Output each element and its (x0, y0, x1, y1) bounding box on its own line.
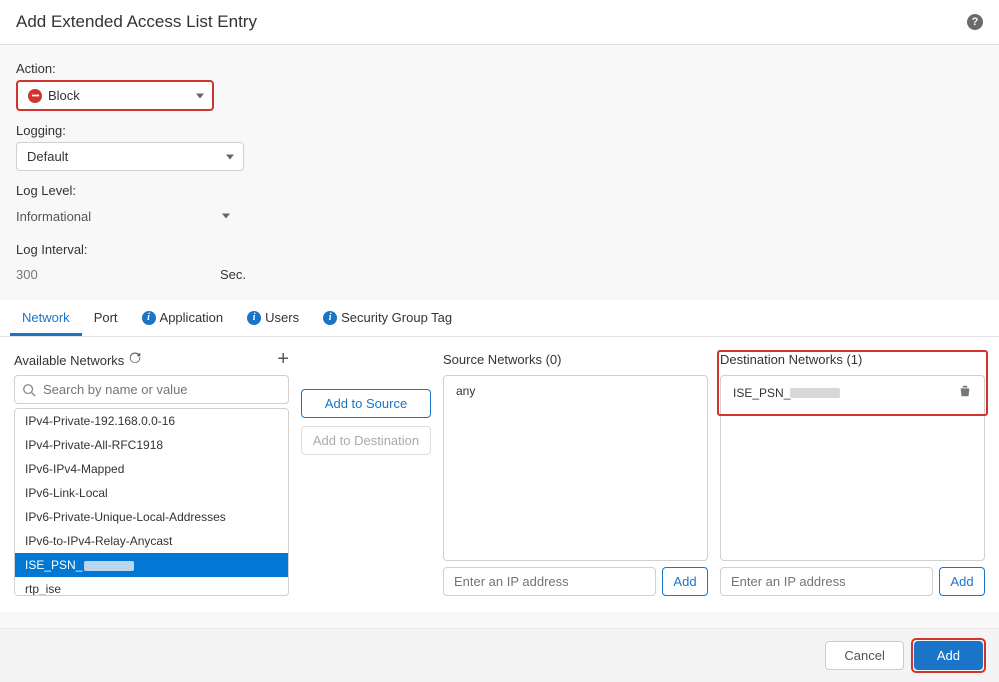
trash-icon[interactable] (958, 384, 972, 401)
destination-ip-input[interactable] (720, 567, 933, 596)
source-ip-add-button[interactable]: Add (662, 567, 708, 596)
source-networks-title: Source Networks (0) (443, 352, 561, 367)
list-item[interactable]: IPv4-Private-All-RFC1918 (15, 433, 288, 457)
add-to-destination-button[interactable]: Add to Destination (301, 426, 431, 455)
add-to-source-button[interactable]: Add to Source (301, 389, 431, 418)
tab-port[interactable]: Port (82, 300, 130, 336)
source-entry[interactable]: any (450, 380, 701, 402)
list-item[interactable]: IPv6-IPv4-Mapped (15, 457, 288, 481)
destination-networks-box: ISE_PSN_ (720, 375, 985, 561)
interval-label: Log Interval: (16, 242, 983, 257)
tab-users-label: Users (265, 310, 299, 325)
source-ip-input[interactable] (443, 567, 656, 596)
tab-users[interactable]: i Users (235, 300, 311, 336)
info-icon: i (247, 311, 261, 325)
list-item[interactable]: rtp_ise (15, 577, 288, 596)
help-icon[interactable]: ? (967, 14, 983, 30)
destination-entry[interactable]: ISE_PSN_ (727, 380, 978, 405)
tab-security-group-tag[interactable]: i Security Group Tag (311, 300, 464, 336)
block-icon (28, 89, 42, 103)
tab-application[interactable]: i Application (130, 300, 236, 336)
loglevel-value: Informational (16, 209, 91, 224)
cancel-button[interactable]: Cancel (825, 641, 903, 670)
add-button[interactable]: Add (914, 641, 983, 670)
tab-application-label: Application (160, 310, 224, 325)
interval-unit: Sec. (220, 267, 246, 282)
list-item[interactable]: IPv6-Link-Local (15, 481, 288, 505)
source-entry-label: any (456, 384, 475, 398)
tab-network[interactable]: Network (10, 300, 82, 336)
tab-sgt-label: Security Group Tag (341, 310, 452, 325)
action-value: Block (48, 88, 80, 103)
destination-ip-add-button[interactable]: Add (939, 567, 985, 596)
info-icon: i (142, 311, 156, 325)
search-icon (22, 383, 36, 397)
action-label: Action: (16, 61, 983, 76)
list-item[interactable]: IPv4-Private-192.168.0.0-16 (15, 409, 288, 433)
loglevel-select[interactable]: Informational (16, 202, 232, 230)
info-icon: i (323, 311, 337, 325)
interval-input[interactable] (16, 261, 212, 288)
logging-select[interactable]: Default (16, 142, 244, 171)
loglevel-label: Log Level: (16, 183, 983, 198)
destination-networks-title: Destination Networks (1) (720, 352, 862, 367)
logging-value: Default (27, 149, 68, 164)
destination-entry-label: ISE_PSN_ (733, 386, 840, 400)
list-item[interactable]: ISE_PSN_ (15, 553, 288, 577)
action-select[interactable]: Block (16, 80, 214, 111)
list-item[interactable]: IPv6-to-IPv4-Relay-Anycast (15, 529, 288, 553)
refresh-icon[interactable] (128, 351, 142, 365)
available-networks-title: Available Networks (14, 353, 124, 368)
logging-label: Logging: (16, 123, 983, 138)
source-networks-box: any (443, 375, 708, 561)
list-item[interactable]: IPv6-Private-Unique-Local-Addresses (15, 505, 288, 529)
search-input[interactable] (14, 375, 289, 404)
available-networks-list[interactable]: IPv4-Private-192.168.0.0-16IPv4-Private-… (14, 408, 289, 596)
dialog-title: Add Extended Access List Entry (16, 12, 257, 32)
add-network-icon[interactable]: + (277, 349, 289, 369)
